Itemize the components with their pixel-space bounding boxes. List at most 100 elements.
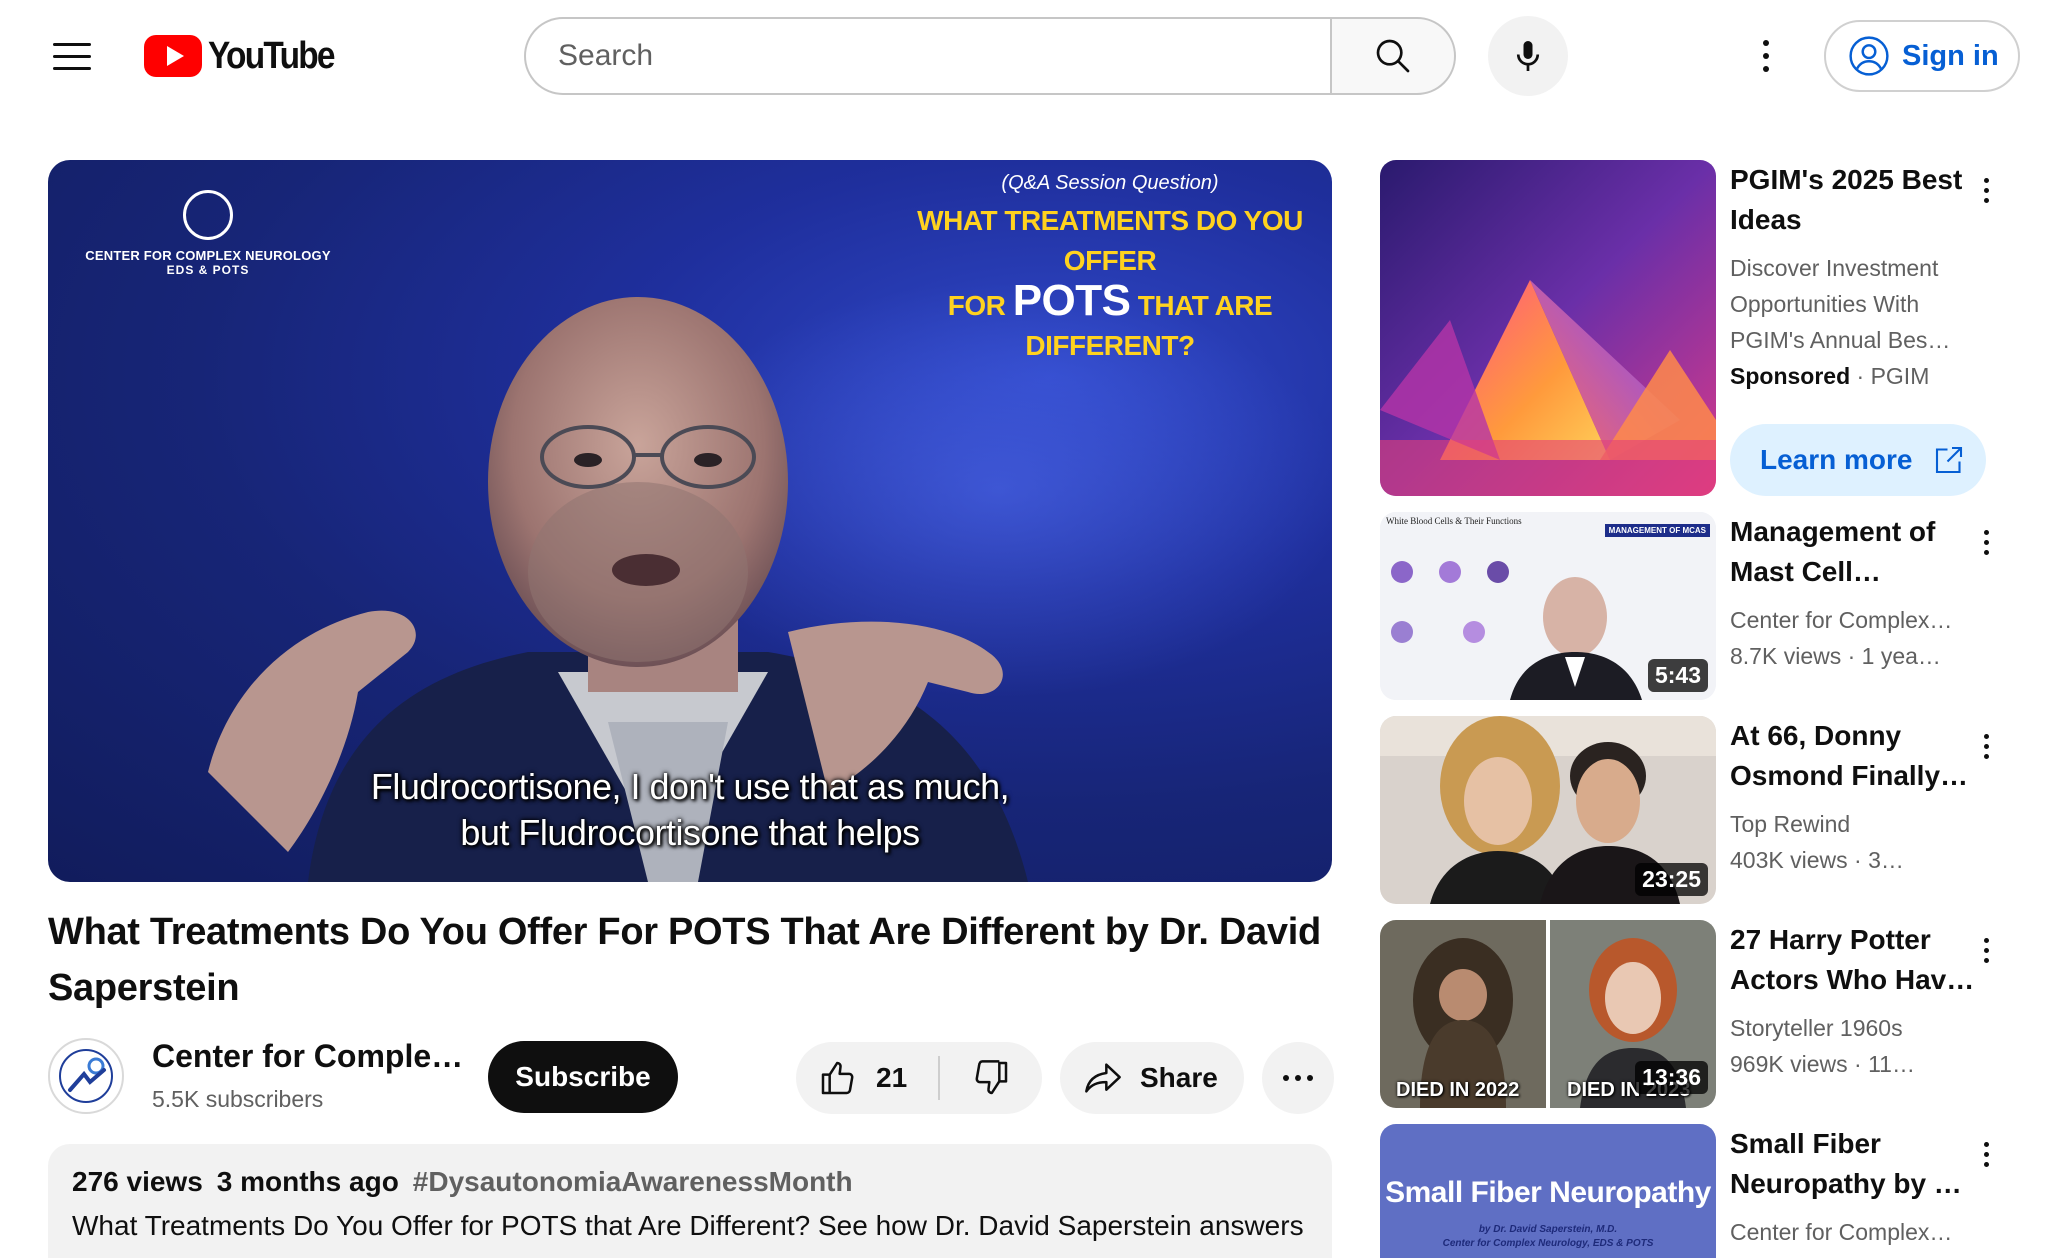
video-title: At 66, Donny Osmond Finally… [1730,720,1969,791]
video-thumbnail[interactable]: White Blood Cells & Their Functions MANA… [1380,512,1716,700]
video-menu-button[interactable] [1974,928,1998,972]
channel-name: Storyteller 1960s [1730,1015,1903,1041]
advertiser-name: PGIM [1870,363,1930,389]
video-title: Small Fiber Neuropathy by … [1730,1128,1962,1199]
video-menu-button[interactable] [1974,1132,1998,1176]
description-box[interactable]: 276 views 3 months ago #DysautonomiaAwar… [48,1144,1332,1258]
video-menu-button[interactable] [1974,520,1998,564]
thumbnail-subtitle: by Dr. David Saperstein, M.D. [1478,1224,1618,1235]
thumbnail-title: Small Fiber Neuropathy [1385,1176,1711,1209]
sidebar-video[interactable]: Small Fiber Neuropathy by Dr. David Sape… [1380,1124,2020,1258]
video-info: Small Fiber Neuropathy by … Center for C… [1730,1124,1980,1250]
external-link-icon [1935,446,1962,474]
more-actions-button[interactable] [1262,1042,1334,1114]
view-count: 969K views [1730,1051,1848,1077]
thumbnail-subtitle-2: Center for Complex Neurology, EDS & POTS [1442,1238,1654,1249]
thumbnail-caption-left: White Blood Cells & Their Functions [1386,516,1522,526]
like-button[interactable]: 21 [796,1042,938,1114]
channel-name: Top Rewind [1730,811,1851,837]
brand-logo-icon [183,190,233,240]
thumbnail-caption-right: MANAGEMENT OF MCAS [1604,524,1710,537]
view-count: 403K views [1730,847,1848,873]
guide-menu-button[interactable] [34,24,110,88]
ad-description: Discover Investment Opportunities With P… [1730,255,1951,353]
more-vertical-icon [1983,733,1989,739]
overlay-caption: (Q&A Session Question) [1001,172,1219,194]
more-vertical-icon [1983,1141,1989,1147]
channel-name: Center for Complex… [1730,1219,1953,1245]
video-age: 1 yea… [1861,643,1941,669]
sidebar-ad[interactable]: PGIM's 2025 Best Ideas Discover Investme… [1380,160,2020,504]
learn-more-button[interactable]: Learn more [1730,424,1986,496]
video-info: Management of Mast Cell… Center for Comp… [1730,512,1980,674]
sponsored-label: Sponsored [1730,363,1851,389]
search-input[interactable] [558,39,1332,73]
settings-menu-button[interactable] [1744,26,1788,86]
more-vertical-icon [1763,40,1769,46]
voice-search-button[interactable] [1488,16,1568,96]
ad-artwork [1380,160,1716,496]
sidebar-video[interactable]: DIED IN 2022 DIED IN 2023 13:36 27 Harry… [1380,920,2020,1110]
owner-row: Center for Comple… 5.5K subscribers Subs… [48,1036,1338,1116]
subscribe-button[interactable]: Subscribe [488,1041,678,1113]
thumbs-up-icon [821,1061,854,1095]
sign-in-button[interactable]: Sign in [1824,20,2020,92]
learn-more-label: Learn more [1760,444,1913,475]
thumbnail-caption-left: DIED IN 2022 [1396,1079,1520,1101]
view-count: 276 views [72,1166,203,1197]
sign-in-label: Sign in [1902,39,1999,72]
video-thumbnail[interactable]: Small Fiber Neuropathy by Dr. David Sape… [1380,1124,1716,1258]
video-title: What Treatments Do You Offer For POTS Th… [48,911,1321,1009]
logo-text: YouTube [208,34,336,77]
ad-thumbnail[interactable] [1380,160,1716,496]
duration-badge: 13:36 [1635,1061,1708,1094]
more-vertical-icon [1983,937,1989,943]
search-box [524,17,1332,95]
subscriber-count: 5.5K subscribers [152,1086,324,1112]
ad-title: PGIM's 2025 Best Ideas [1730,164,1963,235]
video-player[interactable]: CENTER FOR COMPLEX NEUROLOGY EDS & POTS … [48,160,1332,882]
channel-name: Center for Complex… [1730,607,1953,633]
caption-line2: but Fludrocortisone that helps [460,812,920,853]
like-dislike-group: 21 [796,1042,1042,1114]
video-menu-button[interactable] [1974,724,1998,768]
share-icon [1085,1063,1121,1093]
video-thumbnail[interactable]: DIED IN 2022 DIED IN 2023 13:36 [1380,920,1716,1108]
duration-badge: 5:43 [1647,659,1708,692]
video-thumbnail[interactable]: 23:25 [1380,716,1716,904]
like-count: 21 [876,1062,908,1093]
youtube-logo[interactable]: YouTube [144,34,351,78]
microphone-icon [1516,41,1540,71]
caption-line1: Fludrocortisone, I don't use that as muc… [370,766,1010,807]
ad-menu-button[interactable] [1974,168,1998,212]
sidebar-video[interactable]: White Blood Cells & Their Functions MANA… [1380,512,2020,702]
video-info: At 66, Donny Osmond Finally… Top Rewind … [1730,716,1980,878]
upload-date: 3 months ago [216,1166,399,1197]
thumbs-down-icon [975,1060,1008,1095]
more-horizontal-icon [1283,1075,1289,1081]
video-age: 3… [1868,847,1904,873]
channel-logo-icon [59,1049,113,1103]
masthead: YouTube Sign in [0,0,2048,112]
youtube-play-icon [144,35,202,77]
channel-name[interactable]: Center for Comple… [152,1038,463,1075]
account-circle-icon [1849,36,1889,76]
channel-avatar[interactable] [48,1038,124,1114]
duration-badge: 23:25 [1635,863,1708,896]
description-text: What Treatments Do You Offer for POTS th… [72,1210,1304,1241]
dislike-button[interactable] [940,1042,1042,1114]
hamburger-icon [53,42,91,46]
ad-info: PGIM's 2025 Best Ideas Discover Investme… [1730,160,1980,394]
video-title: Management of Mast Cell… [1730,516,1936,587]
hashtag-link[interactable]: #DysautonomiaAwarenessMonth [413,1166,853,1198]
video-info: 27 Harry Potter Actors Who Hav… Storytel… [1730,920,1980,1082]
search-button[interactable] [1330,17,1456,95]
sidebar-video[interactable]: 23:25 At 66, Donny Osmond Finally… Top R… [1380,716,2020,906]
more-vertical-icon [1983,529,1989,535]
search-icon [1376,39,1410,73]
closed-caption: Fludrocortisone, I don't use that as muc… [48,764,1332,856]
video-title: 27 Harry Potter Actors Who Hav… [1730,924,1975,995]
video-age: 11… [1868,1051,1915,1077]
share-button[interactable]: Share [1060,1042,1244,1114]
more-vertical-icon [1983,177,1989,183]
